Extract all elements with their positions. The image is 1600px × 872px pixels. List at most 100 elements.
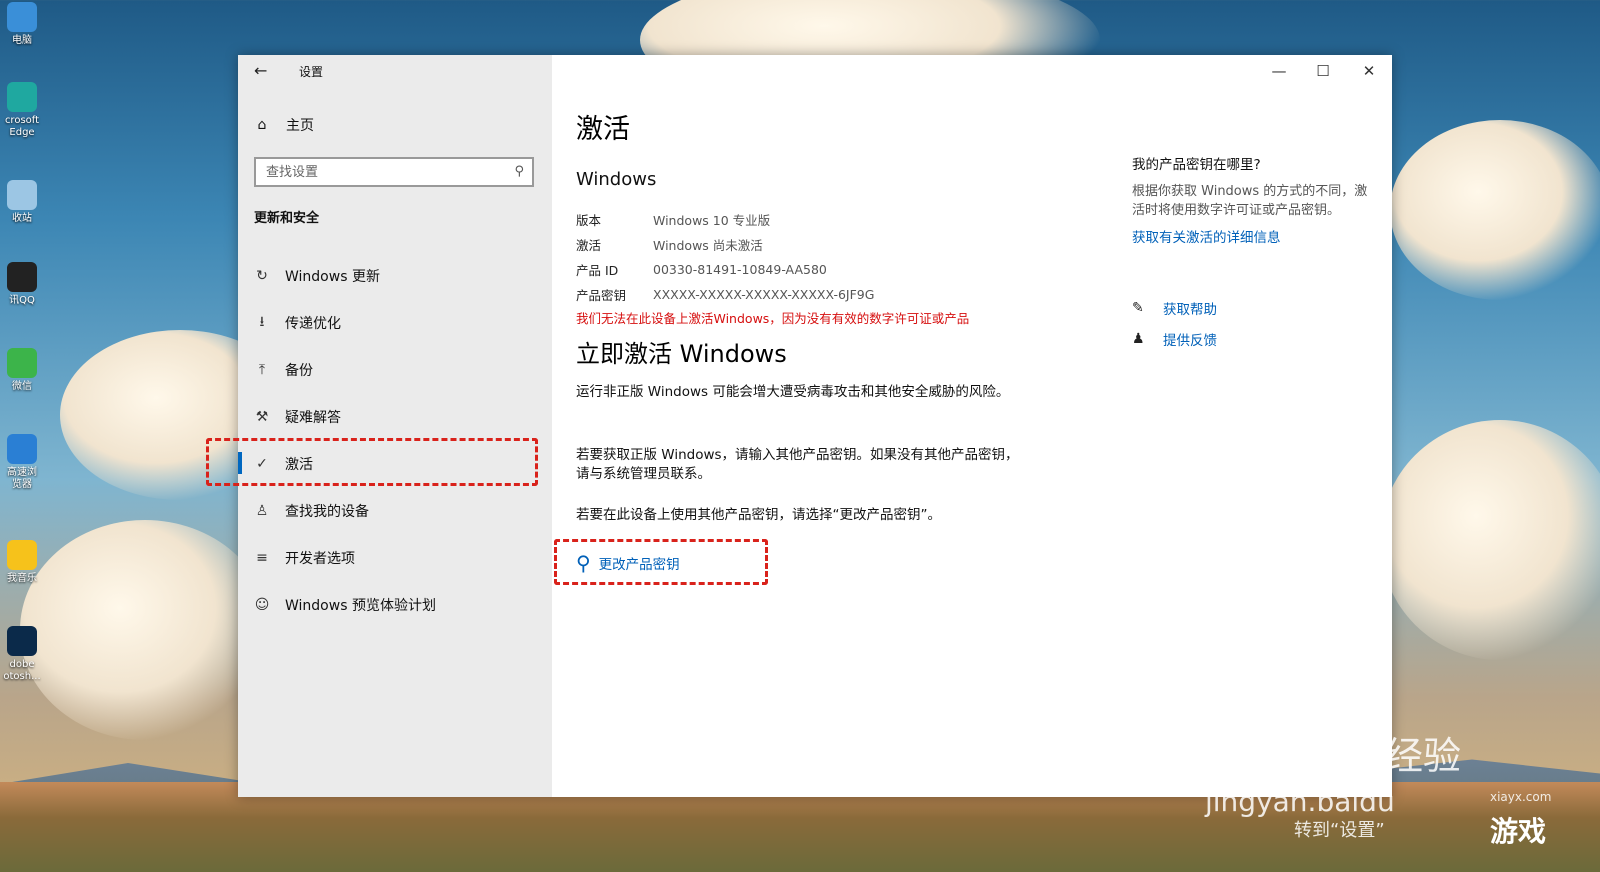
activation-row: 激活 Windows 尚未激活 <box>576 232 874 257</box>
sidebar-item-label: Windows 预览体验计划 <box>285 597 436 614</box>
activate-heading: 立即激活 Windows <box>576 340 787 368</box>
feedback-label: 提供反馈 <box>1163 332 1217 349</box>
sidebar-item[interactable]: ⚒ 疑难解答 <box>238 393 552 440</box>
risk-paragraph: 运行非正版 Windows 可能会增大遭受病毒攻击和其他安全威胁的风险。 <box>576 384 1010 400</box>
person-icon: ♙ <box>255 502 269 519</box>
feedback-link[interactable]: ♟ 提供反馈 <box>1132 323 1377 354</box>
settings-window: ← 设置 ⌂ 主页 ⚲ 更新和安全 ↻ Windows 更新 ⭳ 传递优化 ⤒ 备份 ⚒ 疑难… <box>206 55 1392 797</box>
desktop-icon-label: 高速浏 览器 <box>7 467 37 490</box>
desktop-icon[interactable]: 我音乐 <box>0 540 44 585</box>
desktop-icon[interactable]: 讯QQ <box>0 262 44 307</box>
feedback-icon: ♟ <box>1132 330 1145 347</box>
insider-icon: ☺ <box>254 596 270 613</box>
home-icon: ⌂ <box>257 117 267 133</box>
desktop-icon[interactable]: 电脑 <box>0 2 44 47</box>
search-input[interactable] <box>256 159 516 185</box>
change-product-key-button[interactable]: ⚲ 更改产品密钥 <box>576 551 680 575</box>
activation-value: Windows 尚未激活 <box>653 238 763 253</box>
site-watermark: xiayx.com <box>1490 790 1552 804</box>
sidebar-item-label: 激活 <box>285 456 313 473</box>
app-icon <box>7 434 37 464</box>
product-id-row: 产品 ID 00330-81491-10849-AA580 <box>576 257 874 282</box>
get-help-label: 获取帮助 <box>1163 301 1217 318</box>
title-bar: ← 设置 <box>238 55 552 87</box>
desktop-icon-label: 微信 <box>12 381 32 392</box>
desktop-icon-label: 讯QQ <box>9 295 35 306</box>
product-key-value: XXXXX-XXXXX-XXXXX-XXXXX-6JF9G <box>653 287 875 302</box>
wrench-icon: ⚒ <box>255 408 269 425</box>
page-title: 激活 <box>576 114 630 145</box>
edition-key: 版本 <box>576 213 602 228</box>
sidebar-item-label: 查找我的设备 <box>285 503 369 520</box>
app-icon <box>7 262 37 292</box>
windows-heading: Windows <box>576 169 657 190</box>
sidebar-item[interactable]: ☺ Windows 预览体验计划 <box>238 581 552 628</box>
app-icon <box>7 180 37 210</box>
check-circle-icon: ✓ <box>256 455 268 472</box>
desktop-icon[interactable]: dobe otosh... <box>0 626 44 683</box>
desktop-icon-label: 收站 <box>12 213 32 224</box>
app-icon <box>7 626 37 656</box>
sidebar-item-label: 开发者选项 <box>285 550 355 567</box>
desktop-icon-label: 我音乐 <box>7 573 37 584</box>
developer-icon: ≡ <box>256 549 268 566</box>
product-key-key: 产品密钥 <box>576 288 627 303</box>
desktop-icon-label: dobe otosh... <box>3 659 41 682</box>
baidu-watermark: Baidu <box>1205 715 1366 778</box>
side-panel: 我的产品密钥在哪里? 根据你获取 Windows 的方式的不同，激活时将使用数字… <box>1132 153 1377 354</box>
get-help-link[interactable]: ✎ 获取帮助 <box>1132 292 1377 323</box>
get-genuine-paragraph: 若要获取正版 Windows，请输入其他产品密钥。如果没有其他产品密钥，请与系统… <box>576 447 1019 482</box>
sidebar-item-label: Windows 更新 <box>285 268 380 285</box>
backup-icon: ⤒ <box>258 361 266 378</box>
search-box[interactable]: ⚲ <box>254 157 534 187</box>
sidebar-item[interactable]: ↻ Windows 更新 <box>238 252 552 299</box>
desktop-icon[interactable]: 微信 <box>0 348 44 393</box>
change-key-paragraph: 若要在此设备上使用其他产品密钥，请选择“更改产品密钥”。 <box>576 507 941 523</box>
section-title: 更新和安全 <box>254 211 320 226</box>
side-panel-text: 根据你获取 Windows 的方式的不同，激活时将使用数字许可证或产品密钥。 <box>1132 184 1368 218</box>
sidebar-item[interactable]: ♙ 查找我的设备 <box>238 487 552 534</box>
desktop-icon[interactable]: crosoft Edge <box>0 82 44 139</box>
search-icon[interactable]: ⚲ <box>514 164 524 179</box>
back-arrow-icon[interactable]: ← <box>254 61 267 80</box>
key-icon: ⚲ <box>576 551 591 575</box>
activation-info: 版本 Windows 10 专业版 激活 Windows 尚未激活 产品 ID … <box>576 207 874 307</box>
home-label: 主页 <box>286 118 314 134</box>
jingyan-watermark: 经验 <box>1385 734 1462 778</box>
sidebar-nav: ↻ Windows 更新 ⭳ 传递优化 ⤒ 备份 ⚒ 疑难解答 ✓ 激活 ♙ 查找我的设备 ≡ 开发者选项… <box>238 252 552 628</box>
url-watermark: jingyan.baidu <box>1205 785 1395 818</box>
desktop-icon-label: crosoft Edge <box>4 115 40 138</box>
edition-row: 版本 Windows 10 专业版 <box>576 207 874 232</box>
sidebar-item[interactable]: ⤒ 备份 <box>238 346 552 393</box>
app-icon <box>7 82 37 112</box>
activation-details-link[interactable]: 获取有关激活的详细信息 <box>1132 226 1377 246</box>
sidebar-item-label: 传递优化 <box>285 315 341 332</box>
home-nav[interactable]: ⌂ 主页 <box>254 115 314 135</box>
goto-watermark: 转到“设置” <box>1294 820 1385 841</box>
refresh-icon: ↻ <box>256 267 268 284</box>
edition-value: Windows 10 专业版 <box>653 213 771 228</box>
side-panel-title: 我的产品密钥在哪里? <box>1132 157 1261 173</box>
activation-error: 我们无法在此设备上激活Windows，因为没有有效的数字许可证或产品 <box>576 311 970 326</box>
delivery-icon: ⭳ <box>259 313 265 330</box>
sidebar: ← 设置 ⌂ 主页 ⚲ 更新和安全 ↻ Windows 更新 ⭳ 传递优化 ⤒ 备份 ⚒ 疑难… <box>238 55 552 797</box>
desktop-icon[interactable]: 收站 <box>0 180 44 225</box>
app-title: 设置 <box>299 65 324 79</box>
app-icon <box>7 348 37 378</box>
app-icon <box>7 540 37 570</box>
desktop-icon-label: 电脑 <box>12 35 32 46</box>
product-id-key: 产品 ID <box>576 263 619 278</box>
sidebar-item[interactable]: ≡ 开发者选项 <box>238 534 552 581</box>
activation-key: 激活 <box>576 238 602 253</box>
game-watermark: 游戏 <box>1490 815 1547 848</box>
desktop-icon[interactable]: 高速浏 览器 <box>0 434 44 491</box>
sidebar-item-label: 疑难解答 <box>285 409 341 426</box>
sidebar-item[interactable]: ⭳ 传递优化 <box>238 299 552 346</box>
product-id-value: 00330-81491-10849-AA580 <box>653 262 827 277</box>
product-key-row: 产品密钥 XXXXX-XXXXX-XXXXX-XXXXX-6JF9G <box>576 282 874 307</box>
change-product-key-label: 更改产品密钥 <box>598 557 680 573</box>
sidebar-item[interactable]: ✓ 激活 <box>238 440 552 487</box>
baidu-brand: Bai <box>1205 715 1308 778</box>
app-icon <box>7 2 37 32</box>
sidebar-item-label: 备份 <box>285 362 313 379</box>
